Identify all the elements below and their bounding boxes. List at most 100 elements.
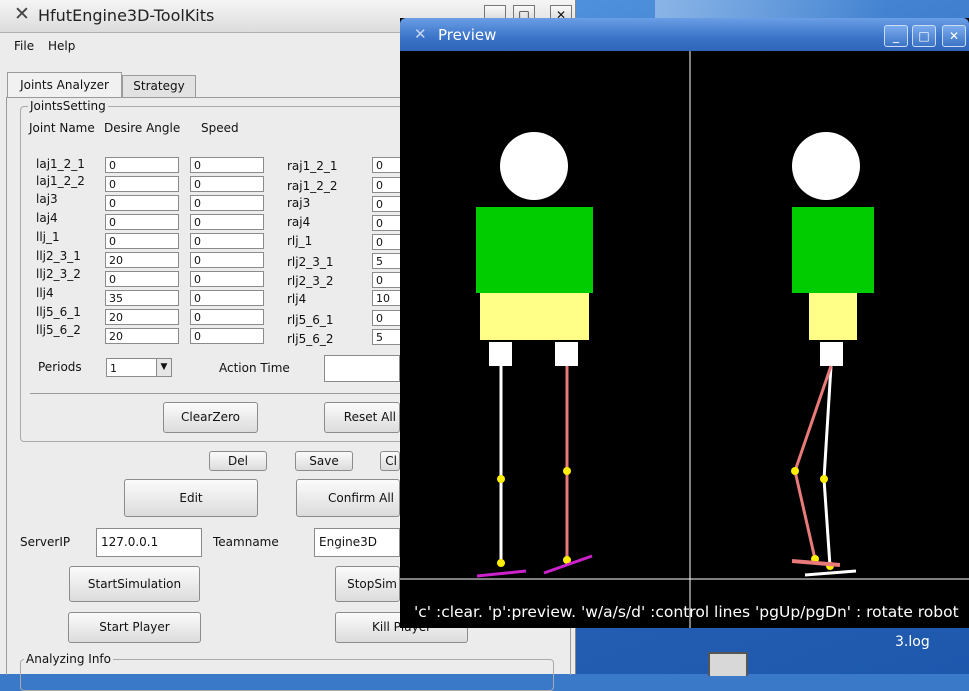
periods-label: Periods — [38, 360, 82, 374]
robot-side-pink-foot — [791, 559, 841, 567]
teamname-label: Teamname — [213, 535, 279, 549]
speed-field-llj_1[interactable]: 0 — [190, 233, 264, 249]
preview-minimize-button[interactable]: _ — [884, 25, 908, 47]
robot-left-hip-joint — [489, 342, 512, 366]
angle-field-laj3[interactable]: 0 — [105, 195, 179, 211]
angle-field-laj4[interactable]: 0 — [105, 214, 179, 230]
header-joint-name: Joint Name — [29, 121, 95, 135]
joint-name-llj4: llj4 — [36, 286, 54, 300]
edit-button[interactable]: Edit — [124, 479, 258, 517]
speed-field-laj1_2_1[interactable]: 0 — [190, 157, 264, 173]
joint-name-llj5_6_1: llj5_6_1 — [36, 305, 81, 319]
robot-side-white-shin — [822, 478, 832, 567]
server-ip-label: ServerIP — [20, 535, 71, 549]
preview-canvas[interactable] — [400, 51, 969, 628]
tab-strategy[interactable]: Strategy — [122, 75, 196, 97]
robot-front-view — [476, 132, 593, 578]
header-desire-angle: Desire Angle — [104, 121, 181, 135]
joint-name-rlj4: rlj4 — [287, 292, 307, 306]
preview-close-button[interactable]: ✕ — [942, 25, 966, 47]
angle-field-rlj5_6_2[interactable]: 5 — [372, 329, 402, 345]
angle-field-llj4[interactable]: 35 — [105, 290, 179, 306]
preview-title: Preview — [438, 26, 497, 44]
teamname-input[interactable]: Engine3D — [314, 528, 400, 557]
analyzing-info-label: Analyzing Info — [24, 652, 113, 666]
joint-name-llj2_3_2: llj2_3_2 — [36, 267, 81, 281]
angle-field-rlj_1[interactable]: 0 — [372, 234, 402, 250]
angle-field-laj1_2_2[interactable]: 0 — [105, 176, 179, 192]
speed-field-llj5_6_2[interactable]: 0 — [190, 328, 264, 344]
angle-field-llj2_3_1[interactable]: 20 — [105, 252, 179, 268]
speed-field-laj4[interactable]: 0 — [190, 214, 264, 230]
robot-head — [500, 132, 568, 200]
angle-field-rlj2_3_1[interactable]: 5 — [372, 253, 402, 269]
speed-field-llj4[interactable]: 0 — [190, 290, 264, 306]
robot-torso — [476, 207, 593, 293]
joint-name-llj5_6_2: llj5_6_2 — [36, 323, 81, 337]
joint-name-laj4: laj4 — [36, 211, 58, 225]
speed-field-laj1_2_2[interactable]: 0 — [190, 176, 264, 192]
angle-field-llj_1[interactable]: 0 — [105, 233, 179, 249]
menu-file[interactable]: File — [14, 39, 34, 53]
robot-right-knee — [563, 467, 571, 475]
confirm-all-button[interactable]: Confirm All — [296, 479, 400, 517]
joint-name-llj2_3_1: llj2_3_1 — [36, 249, 81, 263]
angle-field-rlj5_6_1[interactable]: 0 — [372, 310, 402, 326]
robot-left-ankle — [497, 559, 505, 567]
preview-menu-icon[interactable]: ✕ — [414, 25, 427, 43]
robot-left-foot — [476, 569, 527, 578]
angle-field-rlj4[interactable]: 10 — [372, 290, 402, 306]
action-time-label: Action Time — [219, 361, 290, 375]
cl-button[interactable]: Cl — [380, 451, 400, 471]
joint-name-laj3: laj3 — [36, 192, 58, 206]
preview-maximize-button[interactable]: □ — [912, 25, 936, 47]
speed-field-llj2_3_2[interactable]: 0 — [190, 271, 264, 287]
server-ip-input[interactable]: 127.0.0.1 — [96, 528, 202, 557]
angle-field-llj5_6_2[interactable]: 20 — [105, 328, 179, 344]
robot-side-pink-shin — [793, 470, 817, 560]
reset-all-button[interactable]: Reset All — [324, 402, 400, 433]
joint-name-laj1_2_2: laj1_2_2 — [36, 174, 85, 188]
menu-help[interactable]: Help — [48, 39, 75, 53]
angle-field-raj1_2_1[interactable]: 0 — [372, 157, 402, 173]
angle-field-laj1_2_1[interactable]: 0 — [105, 157, 179, 173]
robot-hip — [480, 293, 589, 340]
save-button[interactable]: Save — [295, 451, 353, 471]
joint-name-raj1_2_2: raj1_2_2 — [287, 179, 338, 193]
robot-side-hip-joint — [820, 342, 843, 366]
chevron-down-icon[interactable]: ▼ — [156, 359, 171, 376]
stop-simulation-button[interactable]: StopSim — [335, 566, 400, 602]
speed-field-llj5_6_1[interactable]: 0 — [190, 309, 264, 325]
del-button[interactable]: Del — [209, 451, 267, 471]
speed-field-llj2_3_1[interactable]: 0 — [190, 252, 264, 268]
window-menu-icon[interactable]: ✕ — [14, 3, 30, 25]
angle-field-raj1_2_2[interactable]: 0 — [372, 177, 402, 193]
start-player-button[interactable]: Start Player — [68, 612, 201, 643]
robot-side-view — [791, 132, 874, 577]
robot-side-hip — [809, 293, 857, 340]
angle-field-llj2_3_2[interactable]: 0 — [105, 271, 179, 287]
start-simulation-button[interactable]: StartSimulation — [69, 566, 200, 602]
joint-name-rlj2_3_1: rlj2_3_1 — [287, 255, 334, 269]
joint-name-rlj2_3_2: rlj2_3_2 — [287, 274, 334, 288]
robot-left-knee — [497, 475, 505, 483]
tab-joints-analyzer[interactable]: Joints Analyzer — [7, 72, 122, 97]
robot-side-torso — [792, 207, 874, 293]
periods-select[interactable]: 1 ▼ — [106, 358, 172, 377]
angle-field-rlj2_3_2[interactable]: 0 — [372, 272, 402, 288]
angle-field-llj5_6_1[interactable]: 20 — [105, 309, 179, 325]
joint-name-rlj5_6_2: rlj5_6_2 — [287, 332, 334, 346]
joint-name-rlj5_6_1: rlj5_6_1 — [287, 313, 334, 327]
action-time-input[interactable] — [324, 355, 400, 382]
desktop-monitor-icon[interactable] — [708, 652, 748, 676]
robot-right-hip-joint — [555, 342, 578, 366]
periods-value: 1 — [110, 362, 117, 375]
angle-field-raj4[interactable]: 0 — [372, 215, 402, 231]
joint-name-raj4: raj4 — [287, 215, 311, 229]
speed-field-laj3[interactable]: 0 — [190, 195, 264, 211]
robot-side-head — [792, 132, 860, 200]
robot-side-pink-knee — [791, 467, 799, 475]
clear-zero-button[interactable]: ClearZero — [163, 402, 258, 433]
desktop-file-label[interactable]: 3.log — [895, 634, 930, 650]
angle-field-raj3[interactable]: 0 — [372, 196, 402, 212]
